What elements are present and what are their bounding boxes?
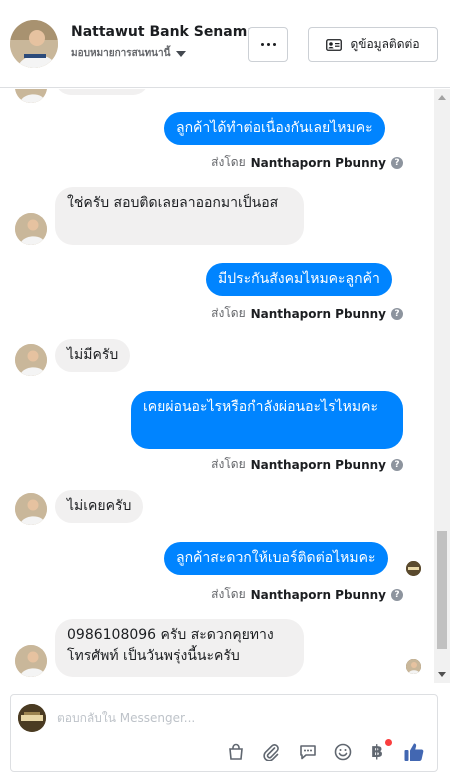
reply-input[interactable] <box>57 707 417 729</box>
message-bubble-incoming: 0986108096 ครับ สะดวกคุยทางโทรศัพท์ เป็น… <box>55 619 304 677</box>
sent-by-prefix: ส่งโดย <box>211 155 246 169</box>
avatar-photo <box>15 344 47 376</box>
emoji-icon[interactable] <box>332 741 354 763</box>
scroll-up-icon[interactable] <box>438 95 446 100</box>
seen-avatar <box>406 561 421 576</box>
sent-by-prefix: ส่งโดย <box>211 457 246 471</box>
sender-name: Nanthaporn Pbunny <box>250 457 386 472</box>
saved-replies-icon[interactable] <box>297 741 319 763</box>
message-thread[interactable]: ลูกค้าได้ทำต่อเนื่องกันเลยไหมคะ ส่งโดย Na… <box>0 89 450 683</box>
question-icon[interactable]: ? <box>391 588 403 601</box>
more-icon <box>260 43 264 46</box>
question-icon[interactable]: ? <box>391 458 403 471</box>
notification-badge <box>385 739 392 746</box>
page-avatar <box>18 704 46 732</box>
avatar-photo <box>15 89 47 103</box>
attachment-icon[interactable] <box>260 741 282 763</box>
more-icon-dot <box>272 43 276 46</box>
sent-by-label: ส่งโดย Nanthaporn Pbunny ? <box>211 585 403 604</box>
contact-avatar-photo <box>406 659 421 674</box>
seen-avatar <box>406 659 421 674</box>
scrollbar[interactable] <box>434 89 450 683</box>
message-bubble-incoming <box>55 89 149 95</box>
question-icon[interactable]: ? <box>391 307 403 320</box>
avatar-photo <box>15 645 47 677</box>
avatar-photo <box>15 213 47 245</box>
scrollbar-thumb[interactable] <box>437 531 447 649</box>
reply-composer: ฿ <box>10 694 438 772</box>
more-options-button[interactable] <box>248 27 288 62</box>
sent-by-label: ส่งโดย Nanthaporn Pbunny ? <box>211 304 403 323</box>
sent-by-label: ส่งโดย Nanthaporn Pbunny ? <box>211 455 403 474</box>
sender-name: Nanthaporn Pbunny <box>250 587 386 602</box>
message-bubble-outgoing: ลูกค้าได้ทำต่อเนื่องกันเลยไหมคะ <box>164 112 385 145</box>
message-bubble-incoming: ไม่เคยครับ <box>55 490 144 523</box>
avatar <box>15 213 47 245</box>
more-icon-dot <box>266 43 270 46</box>
like-icon[interactable] <box>403 741 425 763</box>
avatar <box>15 344 47 376</box>
avatar <box>15 645 47 677</box>
page-avatar-photo <box>18 704 46 732</box>
sender-name: Nanthaporn Pbunny <box>250 155 386 170</box>
message-bubble-outgoing: มีประกันสังคมไหมคะลูกค้า <box>206 263 392 296</box>
assign-label: มอบหมายการสนทนานี้ <box>71 48 171 59</box>
message-bubble-incoming: ไม่มีครับ <box>55 339 131 372</box>
shopping-bag-icon[interactable] <box>225 741 247 763</box>
message-bubble-outgoing: เคยผ่อนอะไรหรือกำลังผ่อนอะไรไหมคะ <box>131 391 403 449</box>
sender-name: Nanthaporn Pbunny <box>250 306 386 321</box>
page-avatar-photo <box>406 561 421 576</box>
view-contact-button[interactable]: ดูข้อมูลติดต่อ <box>308 27 438 62</box>
avatar-photo <box>15 493 47 525</box>
view-contact-label: ดูข้อมูลติดต่อ <box>350 37 420 51</box>
contact-card-icon <box>326 38 343 51</box>
scroll-down-icon[interactable] <box>438 672 446 677</box>
message-bubble-incoming: ใช่ครับ สอบติดเลยลาออกมาเป็นอส <box>55 187 304 245</box>
avatar-photo <box>10 20 58 68</box>
avatar[interactable] <box>10 20 58 68</box>
question-icon[interactable]: ? <box>391 156 403 169</box>
assign-conversation[interactable]: มอบหมายการสนทนานี้ <box>71 46 187 61</box>
conversation-header: Nattawut Bank Senama มอบหมายการสนทนานี้ … <box>0 0 450 88</box>
sent-by-prefix: ส่งโดย <box>211 306 246 320</box>
avatar <box>15 493 47 525</box>
contact-name[interactable]: Nattawut Bank Senama <box>71 24 257 40</box>
caret-down-icon <box>176 50 187 57</box>
sent-by-label: ส่งโดย Nanthaporn Pbunny ? <box>211 153 403 172</box>
sent-by-prefix: ส่งโดย <box>211 587 246 601</box>
avatar <box>15 89 47 103</box>
message-bubble-outgoing: ลูกค้าสะดวกให้เบอร์ติดต่อไหมคะ <box>164 542 388 575</box>
